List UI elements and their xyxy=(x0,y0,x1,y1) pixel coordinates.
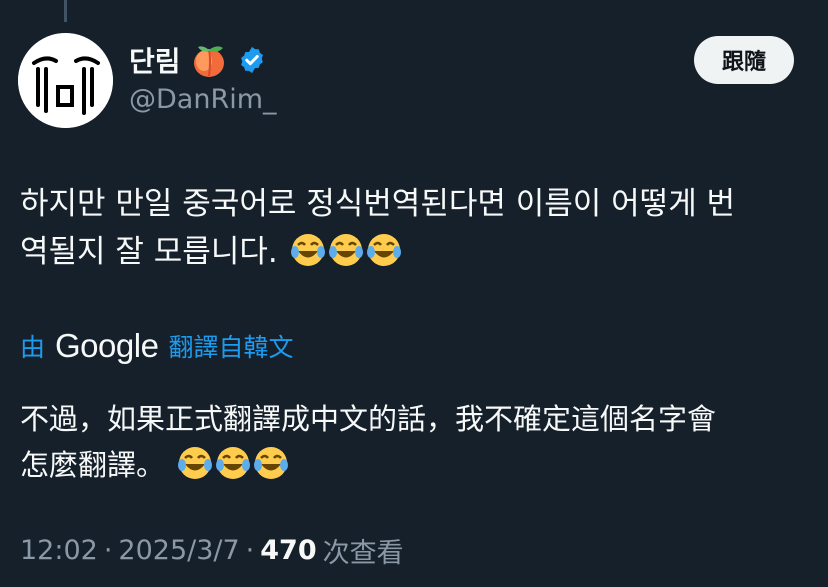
translation-attribution[interactable]: 由 Google 翻譯自韓文 xyxy=(20,326,293,366)
tweet-date[interactable]: 2025/3/7 xyxy=(118,535,239,566)
tweet-text-line-2-text: 역될지 잘 모릅니다. xyxy=(20,234,278,270)
tears-of-joy-emoji-icon xyxy=(254,447,289,479)
translated-text-line-1: 不過，如果正式翻譯成中文的話，我不確定這個名字會 xyxy=(20,402,717,436)
verified-badge-icon xyxy=(240,46,263,74)
tweet-meta: 12:02 · 2025/3/7 · 470 次查看 xyxy=(20,530,404,570)
translated-text-line-2: 怎麼翻譯。 xyxy=(20,442,810,488)
author-name-row[interactable]: 단림 xyxy=(129,40,267,80)
tears-of-joy-emoji-icon xyxy=(366,234,401,266)
translated-tweet-text: 不過，如果正式翻譯成中文的話，我不確定這個名字會 怎麼翻譯。 xyxy=(20,396,810,488)
tweet-text-line-2: 역될지 잘 모릅니다. xyxy=(20,228,810,276)
views-count: 470 xyxy=(260,534,317,566)
tweet-text: 하지만 만일 중국어로 정식번역된다면 이름이 어떻게 번 역될지 잘 모릅니다… xyxy=(20,180,810,276)
tears-of-joy-emoji-icon xyxy=(290,234,325,266)
author-handle[interactable]: @DanRim_ xyxy=(129,84,277,115)
meta-separator: · xyxy=(245,534,255,566)
google-logo: Google xyxy=(55,327,159,364)
views-label: 次查看 xyxy=(322,537,404,569)
tweet-text-line-1: 하지만 만일 중국어로 정식번역된다면 이름이 어떻게 번 xyxy=(20,186,736,222)
translated-text-line-2-text: 怎麼翻譯。 xyxy=(20,448,166,482)
follow-button[interactable]: 跟隨 xyxy=(694,36,794,84)
translated-from-link[interactable]: 翻譯自韓文 xyxy=(168,328,293,364)
thread-connector-line xyxy=(64,0,67,22)
author-display-name[interactable]: 단림 xyxy=(129,40,181,80)
meta-separator: · xyxy=(103,534,113,566)
author-avatar[interactable] xyxy=(18,33,113,128)
tweet-time[interactable]: 12:02 xyxy=(20,535,98,566)
tears-of-joy-emoji-icon xyxy=(216,447,251,479)
tears-of-joy-emoji-icon xyxy=(178,447,213,479)
peach-icon xyxy=(193,46,224,77)
tears-of-joy-emoji-icon xyxy=(328,234,363,266)
translated-by-label: 由 xyxy=(20,333,46,362)
crying-face-doodle-icon xyxy=(18,33,113,128)
